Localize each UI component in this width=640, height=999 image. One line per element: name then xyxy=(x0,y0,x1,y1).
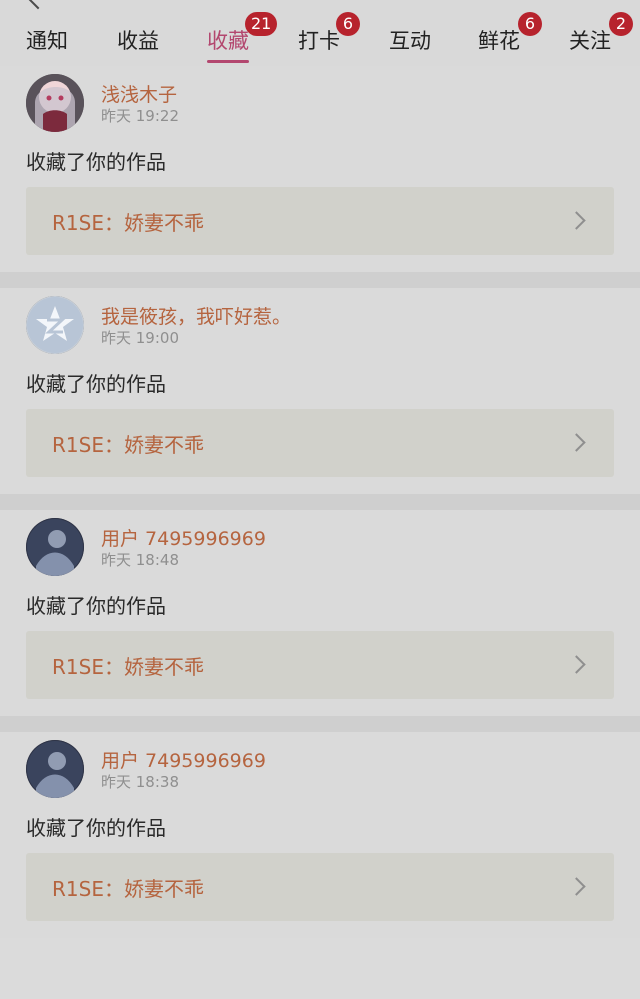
tab-label: 收益 xyxy=(117,29,159,53)
chevron-right-icon xyxy=(567,211,586,230)
card-divider xyxy=(0,272,640,288)
back-chevron-icon[interactable] xyxy=(26,0,50,10)
tab-notifications[interactable]: 通知 xyxy=(26,26,68,60)
feed-card: 用户 7495996969 昨天 18:38 收藏了你的作品 R1SE：娇妻不乖 xyxy=(0,732,640,938)
tab-label: 关注 xyxy=(569,29,611,53)
tab-label: 打卡 xyxy=(298,29,340,53)
tab-favorites[interactable]: 收藏 21 xyxy=(207,12,278,63)
tab-bar: 通知 收益 收藏 21 打卡 6 互动 鲜花 6 关注 2 xyxy=(0,12,640,66)
feed-card: 用户 7495996969 昨天 18:48 收藏了你的作品 R1SE：娇妻不乖 xyxy=(0,510,640,716)
default-star-avatar-icon[interactable] xyxy=(26,296,84,354)
tab-badge: 6 xyxy=(336,12,360,36)
timestamp: 昨天 19:00 xyxy=(101,329,179,347)
chevron-right-icon xyxy=(567,655,586,674)
work-link-card[interactable]: R1SE：娇妻不乖 xyxy=(26,631,614,699)
work-link-card[interactable]: R1SE：娇妻不乖 xyxy=(26,187,614,255)
tab-flowers[interactable]: 鲜花 6 xyxy=(478,12,542,60)
tab-earnings[interactable]: 收益 xyxy=(117,26,159,60)
work-title: R1SE：娇妻不乖 xyxy=(52,211,204,235)
blue-photo-avatar-icon[interactable] xyxy=(26,740,84,798)
tab-label: 收藏 xyxy=(207,29,249,53)
tab-badge: 6 xyxy=(518,12,542,36)
anime-girl-avatar-icon[interactable] xyxy=(26,74,84,132)
timestamp: 昨天 18:48 xyxy=(101,551,179,569)
tab-label: 互动 xyxy=(389,29,431,53)
card-divider xyxy=(0,716,640,732)
username-link[interactable]: 浅浅木子 xyxy=(101,80,177,107)
timestamp: 昨天 18:38 xyxy=(101,773,179,791)
timestamp: 昨天 19:22 xyxy=(101,107,179,125)
tab-label: 通知 xyxy=(26,29,68,53)
activity-message: 收藏了你的作品 xyxy=(26,816,166,840)
username-link[interactable]: 用户 7495996969 xyxy=(101,524,266,551)
tab-checkin[interactable]: 打卡 6 xyxy=(298,12,360,60)
feed-card: 浅浅木子 昨天 19:22 收藏了你的作品 R1SE：娇妻不乖 xyxy=(0,66,640,272)
feed-card: 我是筱孩，我吓好惹。 昨天 19:00 收藏了你的作品 R1SE：娇妻不乖 xyxy=(0,288,640,494)
tab-follows[interactable]: 关注 2 xyxy=(569,12,633,60)
tab-interactions[interactable]: 互动 xyxy=(389,26,431,60)
chevron-right-icon xyxy=(567,877,586,896)
activity-message: 收藏了你的作品 xyxy=(26,150,166,174)
tab-badge: 21 xyxy=(245,12,278,36)
work-title: R1SE：娇妻不乖 xyxy=(52,433,204,457)
activity-message: 收藏了你的作品 xyxy=(26,594,166,618)
work-link-card[interactable]: R1SE：娇妻不乖 xyxy=(26,853,614,921)
activity-message: 收藏了你的作品 xyxy=(26,372,166,396)
username-link[interactable]: 我是筱孩，我吓好惹。 xyxy=(101,302,291,329)
top-status-strip xyxy=(0,0,640,21)
work-link-card[interactable]: R1SE：娇妻不乖 xyxy=(26,409,614,477)
blue-photo-avatar-icon[interactable] xyxy=(26,518,84,576)
work-title: R1SE：娇妻不乖 xyxy=(52,655,204,679)
tab-label: 鲜花 xyxy=(478,29,520,53)
username-link[interactable]: 用户 7495996969 xyxy=(101,746,266,773)
work-title: R1SE：娇妻不乖 xyxy=(52,877,204,901)
tab-badge: 2 xyxy=(609,12,633,36)
chevron-right-icon xyxy=(567,433,586,452)
card-divider xyxy=(0,494,640,510)
active-tab-indicator xyxy=(207,60,249,63)
